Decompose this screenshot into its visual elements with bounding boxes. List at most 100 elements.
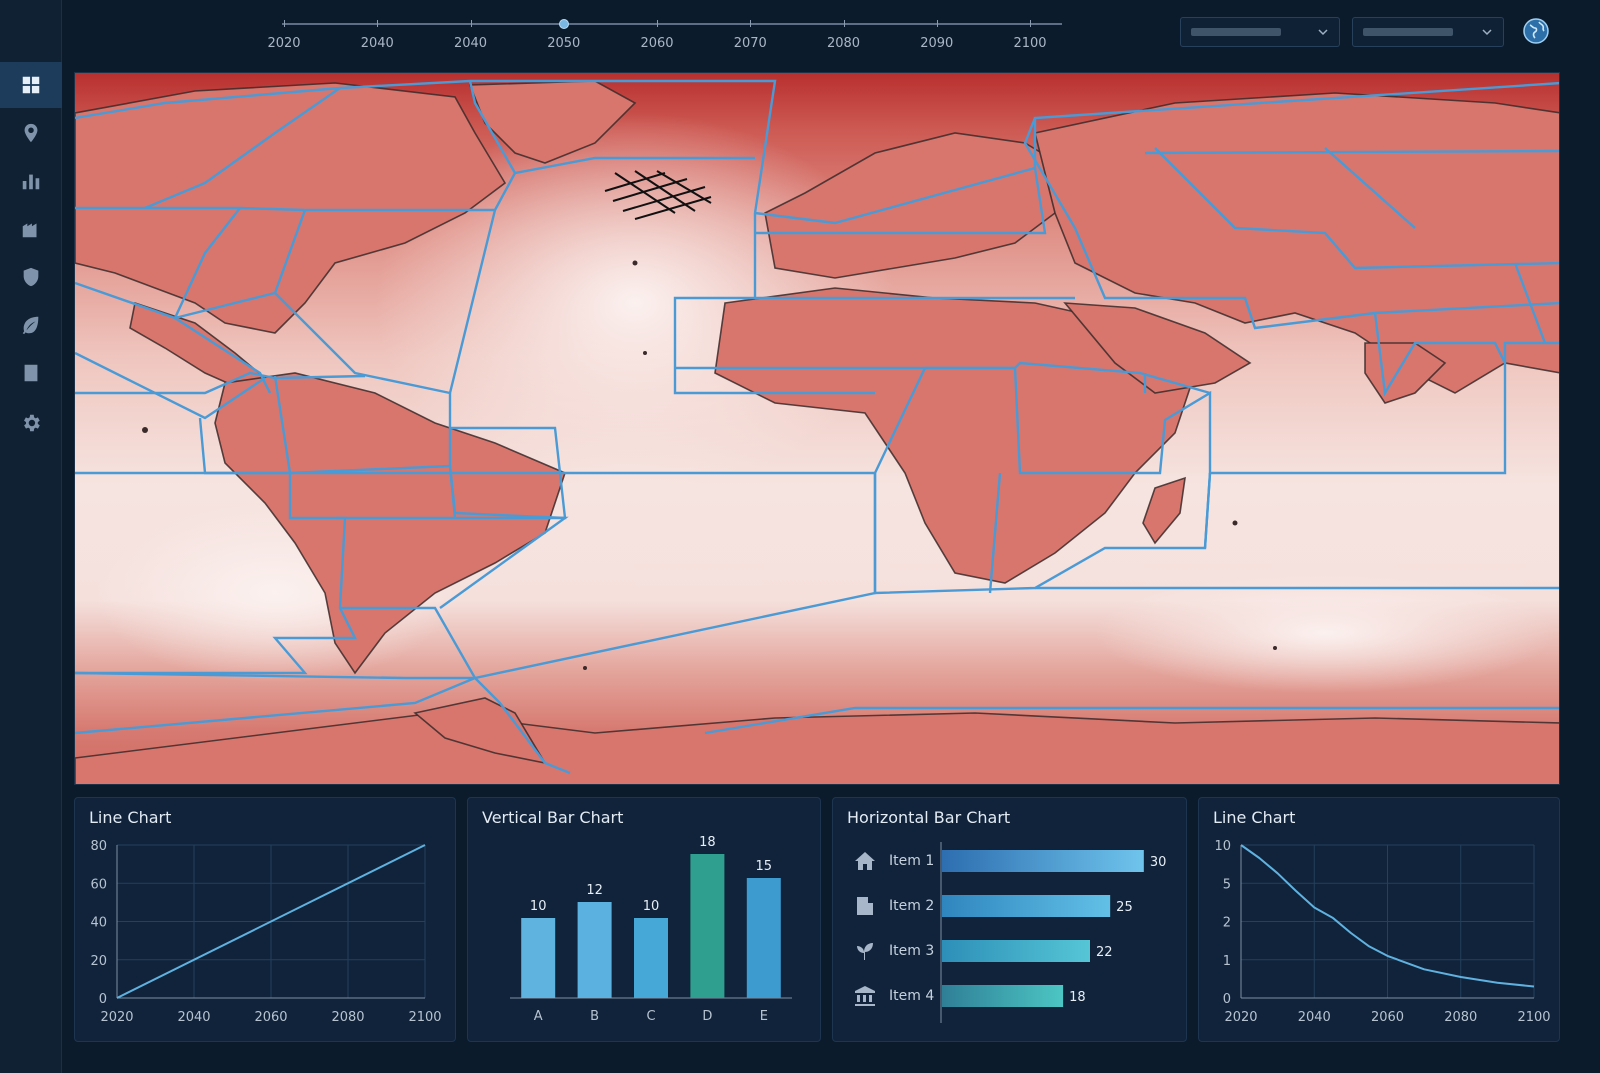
x-tick-label: 2100 [408, 1010, 441, 1025]
bank-icon [855, 986, 875, 1006]
timeline-tick [470, 20, 472, 27]
timeline-label-2080[interactable]: 2080 [827, 36, 860, 51]
timeline-tick [657, 20, 658, 27]
scenario-dropdown[interactable] [1180, 17, 1340, 47]
category-label: A [534, 1009, 543, 1024]
category-label: D [702, 1009, 712, 1024]
sidebar-item-security[interactable] [0, 254, 62, 300]
bar-value-label: 10 [530, 899, 547, 914]
category-label: Item 2 [889, 898, 935, 914]
line-chart-panel-2: Line Chart 2020 2040 2060 2080 2100 0 1 2 5 10 [1198, 797, 1560, 1042]
timeline-tick [936, 20, 938, 27]
timeline-handle[interactable] [558, 19, 569, 29]
globe-icon[interactable] [1522, 17, 1550, 45]
y-tick-label: 40 [90, 916, 107, 931]
x-tick-label: 2040 [1298, 1010, 1331, 1025]
bar-item-1[interactable] [942, 850, 1144, 872]
office-building-icon [857, 897, 873, 915]
row-icon [851, 938, 879, 964]
bar-value-label: 30 [1150, 855, 1167, 870]
category-label: E [760, 1009, 768, 1024]
category-label: Item 3 [889, 943, 935, 959]
x-tick-label: 2040 [177, 1010, 210, 1025]
timeline-tick [843, 20, 845, 27]
timeline-track[interactable] [282, 23, 1062, 25]
bar-item-4[interactable] [942, 985, 1064, 1007]
timeline-label-2090[interactable]: 2090 [920, 36, 953, 51]
bar-value-label: 25 [1116, 900, 1133, 915]
legend-row: Item 1 [851, 848, 934, 874]
sidebar-item-reports[interactable] [0, 350, 62, 396]
sidebar-item-locations[interactable] [0, 110, 62, 156]
legend-row: Item 3 [851, 938, 934, 964]
plant-icon [857, 943, 873, 960]
year-timeline-slider[interactable]: 2020 2040 2040 2050 2060 2070 2080 2090 2100 [267, 14, 1062, 54]
x-tick-label: 2020 [100, 1010, 133, 1025]
bar-value-label: 18 [1069, 990, 1086, 1005]
bar-B[interactable] [577, 902, 612, 998]
vertical-bar-chart[interactable]: 10 A 12 B 10 C 18 D 15 E [468, 798, 822, 1043]
sidebar-item-analytics[interactable] [0, 158, 62, 204]
building-icon [22, 223, 37, 238]
document-icon [24, 364, 38, 382]
chevron-down-icon [1318, 29, 1328, 36]
grid-icon [22, 76, 40, 94]
line-chart-2[interactable]: 2020 2040 2060 2080 2100 0 1 2 5 10 [1199, 798, 1561, 1043]
y-tick-label: 60 [90, 877, 107, 892]
category-label: Item 4 [889, 988, 935, 1004]
timeline-tick [377, 20, 379, 27]
x-tick-label: 2060 [1371, 1010, 1404, 1025]
timeline-label-2040[interactable]: 2040 [361, 36, 394, 51]
bar-A[interactable] [521, 918, 556, 998]
y-tick-label: 20 [90, 954, 107, 969]
gear-icon [24, 414, 40, 432]
sidebar-item-settings[interactable] [0, 400, 62, 446]
timeline-label-2070[interactable]: 2070 [734, 36, 767, 51]
row-icon [851, 893, 879, 919]
timeline-label-2020[interactable]: 2020 [267, 36, 300, 51]
climate-heat-map[interactable] [74, 72, 1560, 785]
timeline-label-2050[interactable]: 2050 [547, 36, 580, 51]
bar-value-label: 22 [1096, 945, 1113, 960]
x-tick-label: 2100 [1517, 1010, 1550, 1025]
variable-dropdown[interactable] [1352, 17, 1504, 47]
timeline-tick [1030, 20, 1031, 27]
timeline-tick [750, 20, 752, 27]
leaf-icon [22, 316, 39, 335]
y-tick-label: 0 [1223, 992, 1231, 1007]
bar-C[interactable] [634, 918, 668, 998]
legend-row: Item 4 [851, 983, 934, 1009]
y-tick-label: 5 [1223, 877, 1231, 892]
timeline-label-2100[interactable]: 2100 [1013, 36, 1046, 51]
sidebar-item-environment[interactable] [0, 302, 62, 348]
row-icon [851, 848, 879, 874]
bar-D[interactable] [690, 854, 725, 998]
category-label: C [646, 1009, 655, 1024]
line-chart-1[interactable]: 2020 2040 2060 2080 2100020406080 [75, 798, 457, 1043]
row-icon [851, 983, 879, 1009]
dropdown-value-placeholder [1363, 28, 1453, 36]
y-tick-label: 80 [90, 839, 107, 854]
y-tick-label: 1 [1223, 954, 1231, 969]
y-tick-label: 10 [1214, 839, 1231, 854]
x-tick-label: 2080 [1444, 1010, 1477, 1025]
shield-icon [23, 267, 39, 287]
x-tick-label: 2060 [254, 1010, 287, 1025]
horizontal-bar-chart-panel: Horizontal Bar Chart 30 25 22 18 Item 1 Item… [832, 797, 1187, 1042]
timeline-label-2040[interactable]: 2040 [454, 36, 487, 51]
bar-item-3[interactable] [942, 940, 1090, 962]
chevron-down-icon [1482, 29, 1492, 36]
vertical-bar-chart-panel: Vertical Bar Chart 10 A 12 B 10 C 18 D 15 E [467, 797, 821, 1042]
bar-value-label: 10 [643, 899, 660, 914]
bar-item-2[interactable] [942, 895, 1111, 917]
sidebar-item-buildings[interactable] [0, 206, 62, 252]
timeline-label-2060[interactable]: 2060 [640, 36, 673, 51]
bar-value-label: 15 [756, 859, 773, 874]
x-tick-label: 2020 [1224, 1010, 1257, 1025]
sidebar-item-dashboard[interactable] [0, 62, 62, 108]
bar-chart-icon [22, 174, 40, 190]
bar-E[interactable] [746, 878, 781, 998]
top-bar: 2020 2040 2040 2050 2060 2070 2080 2090 2100 [62, 0, 1600, 68]
y-tick-label: 2 [1223, 916, 1231, 931]
house-icon [855, 852, 875, 870]
